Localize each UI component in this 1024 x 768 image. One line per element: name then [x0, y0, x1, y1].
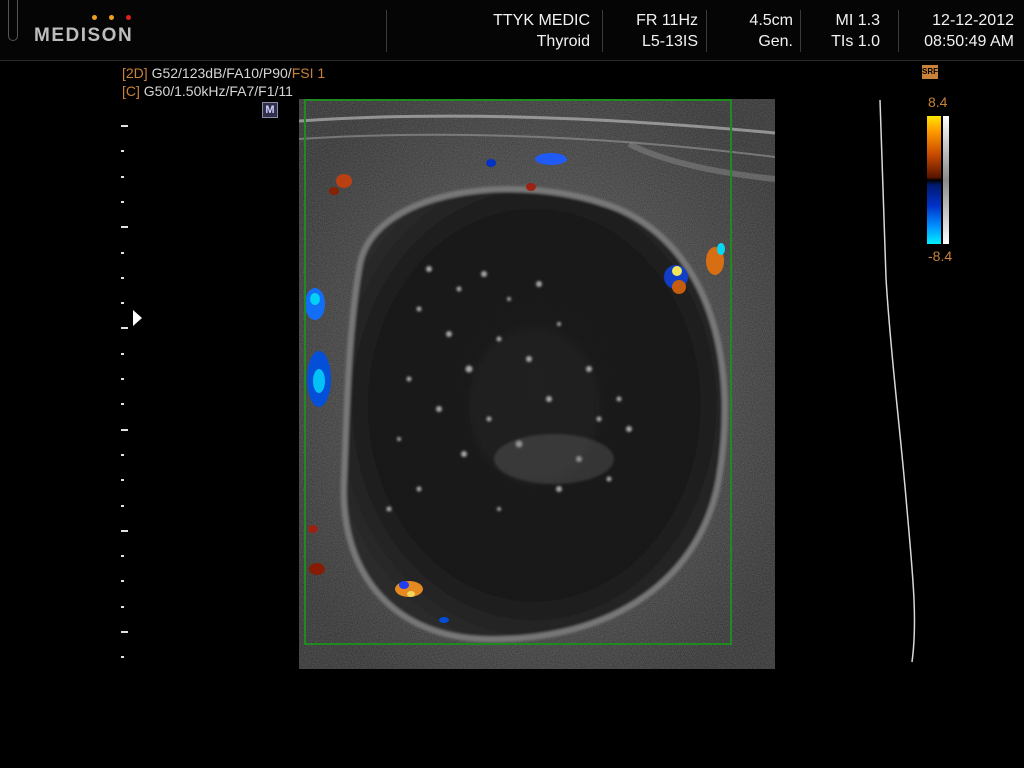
depth-tick [121, 276, 124, 279]
depth-tick [121, 200, 124, 203]
depth-tick [121, 150, 124, 153]
depth-tick [121, 453, 124, 456]
depth-tick [121, 327, 128, 330]
tis-value: TIs 1.0 [831, 33, 880, 50]
depth-tick [121, 302, 124, 305]
header-divider [898, 10, 899, 52]
param-2d-values: G52/123dB/FA10/P90/ [147, 65, 292, 81]
depth-tick [121, 378, 124, 380]
depth-tick [121, 555, 124, 558]
colorbar-min: -8.4 [928, 248, 953, 264]
logo-dots [92, 15, 132, 21]
color-roi-box[interactable] [304, 99, 732, 645]
header-divider [602, 10, 603, 52]
header-divider [800, 10, 801, 52]
date-time: 12-12-2012 08:50:49 AM [902, 10, 1014, 52]
mode-tag-2d: [2D] [122, 65, 148, 81]
safety-indices: MI 1.3 TIs 1.0 [804, 10, 880, 52]
m-marker-icon[interactable]: M [262, 102, 278, 118]
depth-tick [121, 631, 128, 633]
time-value: 08:50:49 AM [924, 33, 1014, 50]
brand-logo: MEDISON [34, 25, 134, 46]
param-line-2d: [2D] G52/123dB/FA10/P90/FSI 1 [122, 64, 325, 82]
site-preset: TTYK MEDIC Thyroid [450, 10, 590, 52]
mi-value: MI 1.3 [835, 12, 880, 29]
imaging-parameters: [2D] G52/123dB/FA10/P90/FSI 1 [C] G50/1.… [122, 64, 325, 100]
probe-name: L5-13IS [641, 33, 698, 50]
gray-map-curve [879, 99, 916, 663]
param-color-values: G50/1.50kHz/FA7/F1/11 [139, 83, 293, 99]
depth-tick [121, 226, 128, 229]
top-info-bar: MEDISON TTYK MEDIC Thyroid FR 11Hz L5-13… [0, 0, 1024, 61]
colorbar-mode-icon: SRF [922, 65, 938, 79]
depth-tick [121, 479, 124, 482]
param-line-color: [C] G50/1.50kHz/FA7/F1/11 [122, 82, 325, 100]
preset-name: Thyroid [536, 33, 590, 50]
depth-value: 4.5cm [749, 12, 793, 29]
depth-tick [121, 251, 124, 254]
header-divider [706, 10, 707, 52]
depth-info: 4.5cm Gen. [710, 10, 793, 52]
panel-tab[interactable] [8, 0, 18, 41]
site-name: TTYK MEDIC [493, 12, 590, 29]
depth-tick [121, 529, 128, 532]
depth-tick [121, 504, 124, 507]
depth-tick [121, 656, 124, 659]
colorbar-max: 8.4 [928, 94, 948, 110]
depth-tick [121, 403, 124, 406]
colorbar-grayscale [943, 116, 949, 244]
date-value: 12-12-2012 [932, 12, 1014, 29]
depth-tick [121, 580, 124, 583]
focus-marker-icon[interactable] [133, 310, 142, 326]
probe-info: FR 11Hz L5-13IS [606, 10, 698, 52]
depth-tick [121, 175, 124, 178]
depth-scale [121, 125, 131, 665]
depth-tick [121, 125, 128, 127]
frame-rate: FR 11Hz [636, 12, 698, 29]
header-divider [386, 10, 387, 52]
depth-tick [121, 605, 124, 608]
mode-value: Gen. [758, 33, 793, 50]
depth-tick [121, 352, 124, 355]
depth-tick [121, 428, 128, 431]
mode-tag-color: [C] [122, 83, 140, 99]
fsi-value: FSI 1 [291, 65, 326, 81]
